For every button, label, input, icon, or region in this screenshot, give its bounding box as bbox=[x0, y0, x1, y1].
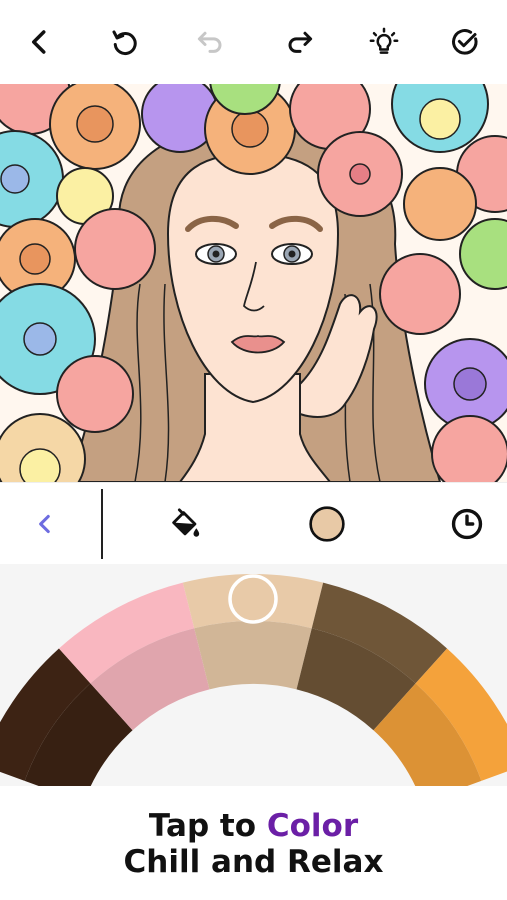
promo-caption: Tap to Color Chill and Relax bbox=[0, 786, 507, 900]
fill-tool-button[interactable] bbox=[164, 503, 206, 545]
redo-arrow-icon bbox=[288, 31, 313, 53]
palette-swatch[interactable] bbox=[182, 574, 324, 629]
chevron-left-icon bbox=[32, 30, 46, 54]
color-wheel bbox=[0, 574, 507, 786]
history-button[interactable] bbox=[446, 503, 488, 545]
flower-decoration bbox=[204, 84, 296, 175]
undo-button[interactable] bbox=[190, 22, 230, 62]
collapse-button[interactable] bbox=[24, 503, 66, 545]
caption-line-1: Tap to Color bbox=[0, 808, 507, 844]
caption-prefix: Tap to bbox=[148, 808, 267, 844]
chevron-left-icon bbox=[39, 514, 50, 534]
color-swatch-icon bbox=[309, 506, 345, 542]
top-toolbar bbox=[0, 0, 507, 84]
lightbulb-icon bbox=[369, 27, 399, 54]
selected-color-swatch[interactable] bbox=[306, 503, 348, 545]
undo-arrow-icon bbox=[197, 31, 222, 53]
paint-bucket-icon bbox=[172, 508, 200, 537]
tool-bar bbox=[0, 482, 507, 565]
tool-divider bbox=[101, 489, 103, 559]
reset-button[interactable] bbox=[104, 22, 144, 62]
caption-highlight: Color bbox=[266, 808, 359, 844]
back-button[interactable] bbox=[20, 22, 60, 62]
palette-swatch[interactable] bbox=[194, 621, 312, 690]
hint-button[interactable] bbox=[364, 22, 404, 62]
coloring-artwork bbox=[0, 84, 507, 482]
done-button[interactable] bbox=[445, 22, 485, 62]
color-palette bbox=[0, 564, 507, 786]
redo-button[interactable] bbox=[280, 22, 320, 62]
rotate-ccw-icon bbox=[112, 30, 137, 56]
coloring-canvas[interactable] bbox=[0, 84, 507, 482]
caption-line-2: Chill and Relax bbox=[123, 844, 384, 880]
clock-icon bbox=[451, 508, 483, 540]
check-circle-icon bbox=[452, 29, 478, 55]
